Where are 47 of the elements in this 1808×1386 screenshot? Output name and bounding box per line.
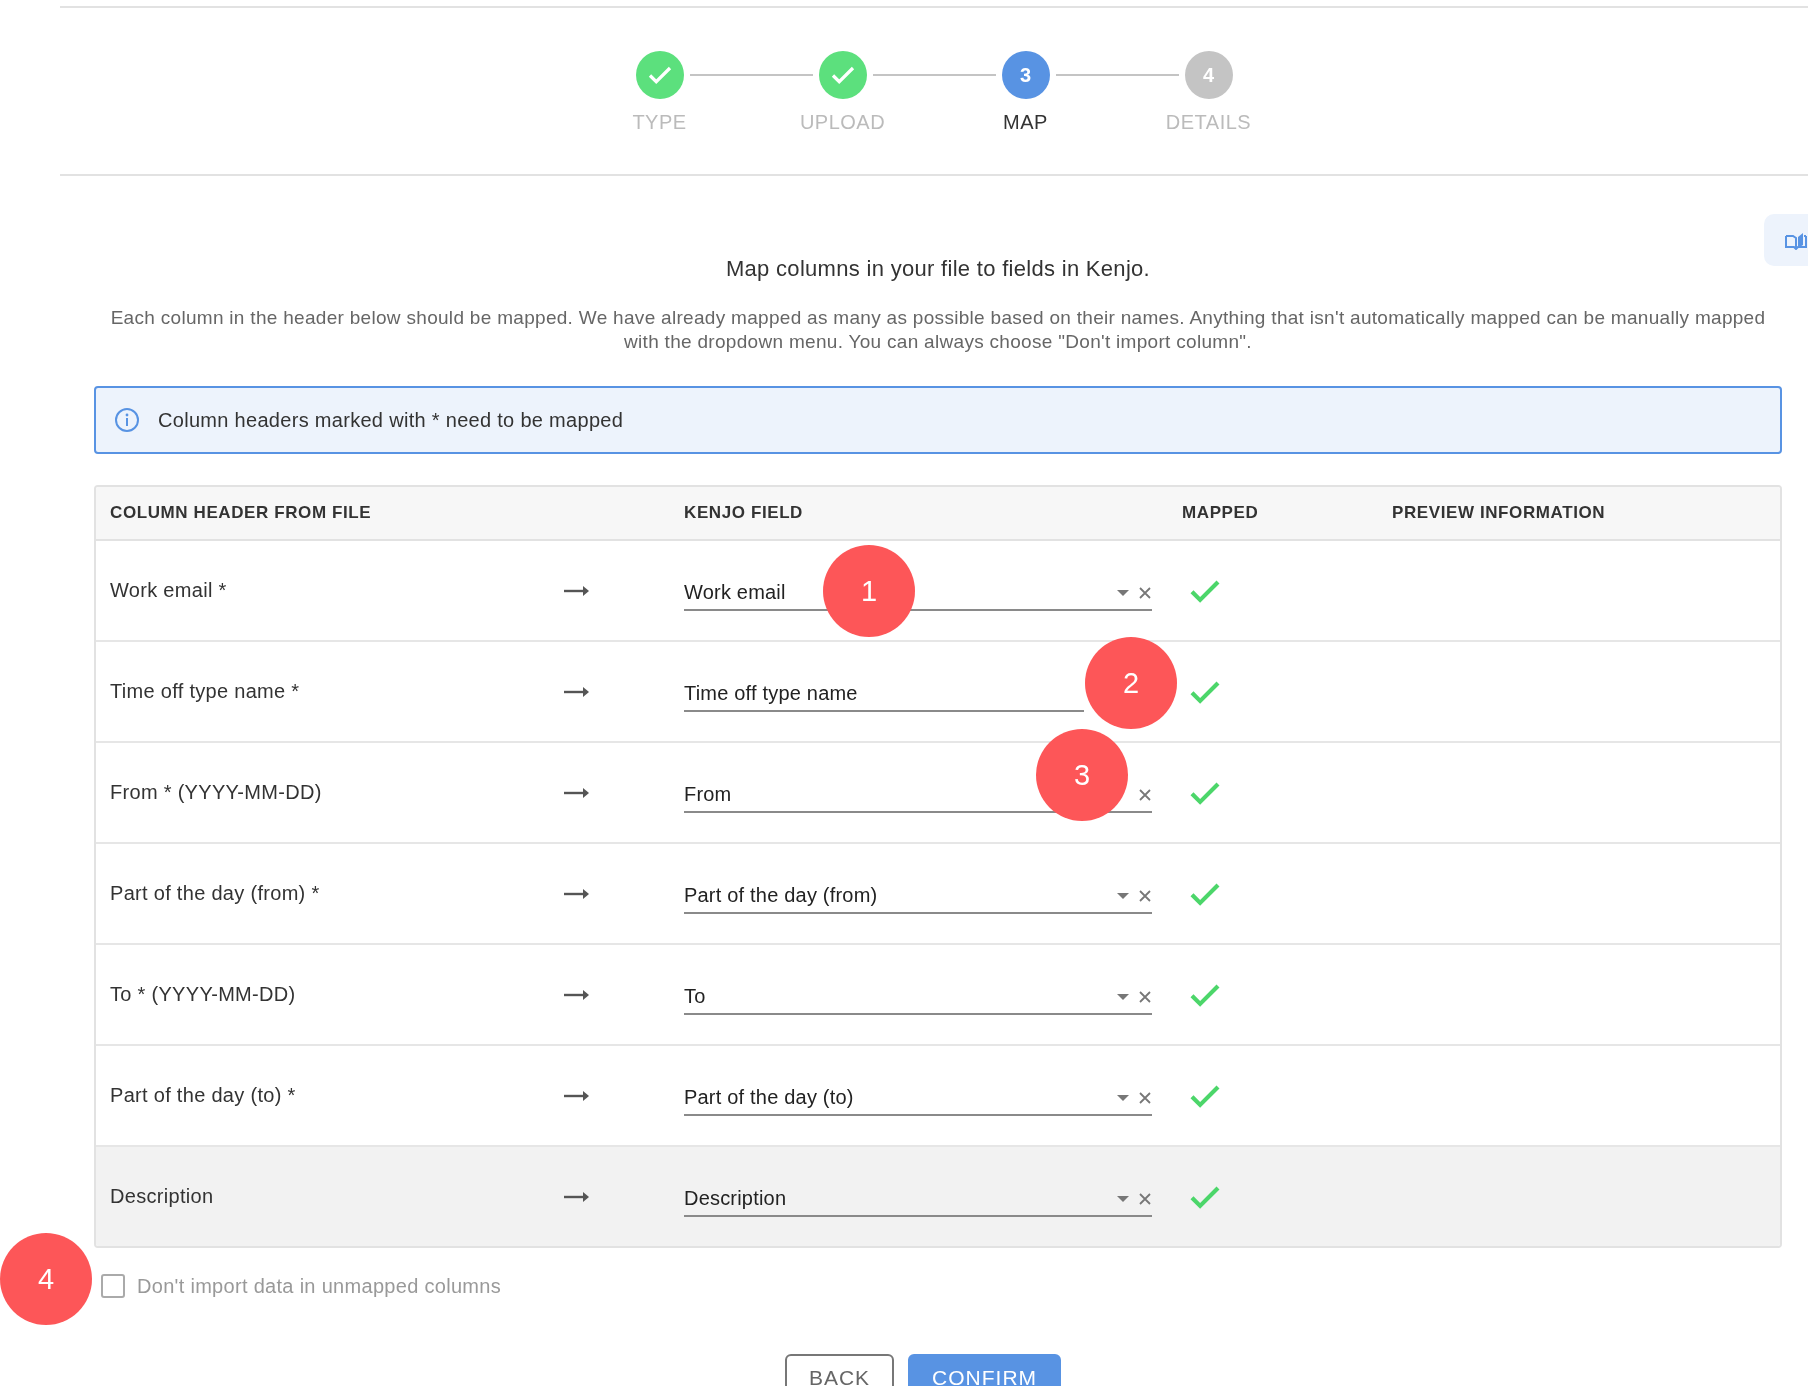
- step-circle: 3: [1001, 51, 1050, 99]
- book-icon: [1784, 230, 1808, 250]
- table-cell-text: To * (YYYY-MM-DD): [110, 983, 297, 1006]
- arrow-icon: [564, 887, 590, 900]
- page-title: Map columns in your file to fields in Kenjo.: [724, 256, 1152, 282]
- field-select[interactable]: To: [684, 974, 1152, 1015]
- clear-button[interactable]: [1138, 1191, 1152, 1206]
- column-header: COLUMN HEADER FROM FILE: [110, 503, 373, 523]
- annotation-marker: 4: [0, 1233, 92, 1325]
- check-icon: [832, 68, 853, 82]
- column-header: KENJO FIELD: [684, 503, 804, 523]
- arrow-icon: [564, 584, 590, 597]
- check-icon: [649, 68, 670, 82]
- arrow-icon: [564, 1089, 590, 1102]
- table-cell-text: Work email *: [110, 579, 228, 602]
- field-select[interactable]: Part of the day (to): [684, 1075, 1152, 1116]
- step-label: DETAILS: [1165, 111, 1252, 134]
- checkbox[interactable]: [101, 1274, 125, 1298]
- table-cell-text: Part of the day (from) *: [110, 882, 321, 905]
- step-label: TYPE: [632, 111, 687, 134]
- arrow-icon: [564, 988, 590, 1001]
- arrow-icon: [564, 786, 590, 799]
- arrow-icon: [564, 1190, 590, 1203]
- clear-button[interactable]: [1138, 787, 1152, 802]
- info-text: Column headers marked with * need to be mapped: [158, 408, 624, 432]
- back-button[interactable]: BACK: [784, 1354, 895, 1386]
- clear-button[interactable]: [1138, 1090, 1152, 1105]
- table-cell-text: From * (YYYY-MM-DD): [110, 781, 323, 804]
- field-select[interactable]: Time off type name: [684, 671, 1084, 712]
- field-select[interactable]: Part of the day (from): [684, 873, 1152, 914]
- info-icon: [114, 407, 140, 433]
- step-label: UPLOAD: [799, 111, 886, 134]
- clear-button[interactable]: [1138, 989, 1152, 1004]
- clear-button[interactable]: [1138, 585, 1152, 600]
- guide-button[interactable]: [1764, 214, 1808, 266]
- clear-button[interactable]: [1138, 888, 1152, 903]
- column-header: PREVIEW INFORMATION: [1392, 503, 1607, 523]
- checkbox-label: Don't import data in unmapped columns: [137, 1274, 501, 1298]
- arrow-icon: [564, 685, 590, 698]
- step-circle: 4: [1184, 51, 1233, 99]
- step-label: MAP: [1003, 111, 1048, 134]
- table-cell-text: Description: [110, 1185, 215, 1208]
- description-text: Each column in the header below should be mapped. We have already mapped as many as possible based on their names. Anything that isn't automatically mapped can be manually mapped with the dropdown menu. You can always choose "Don't import column".: [109, 306, 1767, 354]
- field-select[interactable]: Description: [684, 1176, 1152, 1217]
- table-cell-text: Time off type name *: [110, 680, 301, 703]
- column-header: MAPPED: [1182, 503, 1260, 523]
- table-cell-text: Part of the day (to) *: [110, 1084, 297, 1107]
